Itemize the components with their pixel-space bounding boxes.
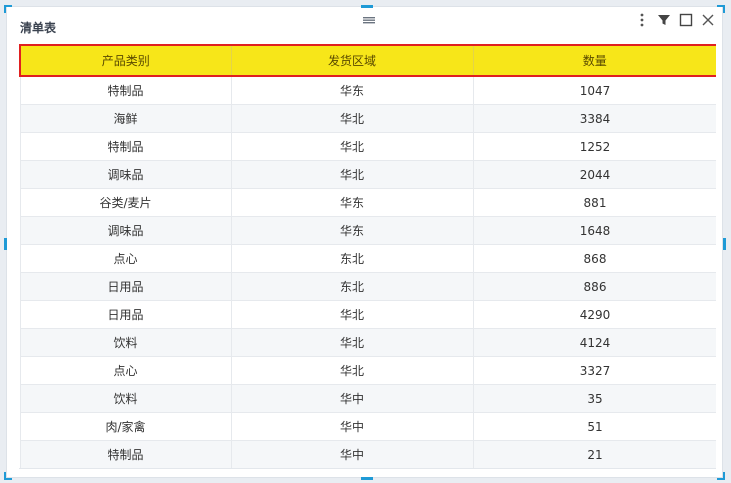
cell-region: 华北 <box>231 104 474 133</box>
close-icon[interactable] <box>700 12 716 28</box>
cell-category: 肉/家禽 <box>19 412 232 441</box>
maximize-icon[interactable] <box>678 12 694 28</box>
cell-quantity: 4290 <box>473 300 716 329</box>
cell-category: 谷类/麦片 <box>19 188 232 217</box>
more-vertical-icon[interactable] <box>634 12 650 28</box>
cell-category: 日用品 <box>19 272 232 301</box>
cell-quantity: 881 <box>473 188 716 217</box>
table-row[interactable]: 饮料 华北 4124 <box>19 328 716 357</box>
list-table-widget: 清单表 产品类别 发货区域 数量 特制品 华东 1047 海鲜 华北 3384 特制品 华北 1… <box>6 6 723 478</box>
table-row[interactable]: 肉/家禽 华中 51 <box>19 412 716 441</box>
cell-quantity: 1648 <box>473 216 716 245</box>
cell-region: 华东 <box>231 76 474 105</box>
resize-handle-bottom-left-v[interactable] <box>4 472 6 480</box>
table-row[interactable]: 日用品 东北 886 <box>19 272 716 301</box>
table-row[interactable]: 调味品 华北 2044 <box>19 160 716 189</box>
cell-category: 特制品 <box>19 76 232 105</box>
table-row[interactable]: 调味品 华东 1648 <box>19 216 716 245</box>
resize-handle-top[interactable] <box>361 5 373 8</box>
resize-handle-left[interactable] <box>4 238 7 250</box>
column-header-quantity[interactable]: 数量 <box>473 44 716 77</box>
cell-region: 华中 <box>231 384 474 413</box>
table-header-row: 产品类别 发货区域 数量 <box>19 44 716 77</box>
cell-region: 华东 <box>231 188 474 217</box>
cell-category: 日用品 <box>19 300 232 329</box>
cell-region: 华北 <box>231 356 474 385</box>
cell-quantity: 868 <box>473 244 716 273</box>
cell-quantity: 886 <box>473 272 716 301</box>
cell-category: 点心 <box>19 356 232 385</box>
cell-category: 点心 <box>19 244 232 273</box>
table-row[interactable]: 特制品 华北 1252 <box>19 132 716 161</box>
cell-quantity: 4124 <box>473 328 716 357</box>
resize-handle-bottom-right-v[interactable] <box>723 472 725 480</box>
table-row[interactable]: 特制品 华东 1047 <box>19 76 716 105</box>
cell-region: 华北 <box>231 328 474 357</box>
cell-region: 华北 <box>231 160 474 189</box>
cell-quantity: 1252 <box>473 132 716 161</box>
resize-handle-bottom[interactable] <box>361 477 373 480</box>
cell-category: 饮料 <box>19 328 232 357</box>
cell-category: 海鲜 <box>19 104 232 133</box>
resize-handle-top-left-v[interactable] <box>4 5 6 13</box>
filter-icon[interactable] <box>656 12 672 28</box>
cell-region: 东北 <box>231 244 474 273</box>
resize-handle-top-right-v[interactable] <box>723 5 725 13</box>
table-row[interactable]: 点心 东北 868 <box>19 244 716 273</box>
table-row[interactable]: 点心 华北 3327 <box>19 356 716 385</box>
cell-category: 调味品 <box>19 160 232 189</box>
table-row[interactable]: 谷类/麦片 华东 881 <box>19 188 716 217</box>
cell-quantity: 1047 <box>473 76 716 105</box>
column-header-region[interactable]: 发货区域 <box>231 44 474 77</box>
table-row[interactable]: 饮料 华中 35 <box>19 384 716 413</box>
resize-handle-right[interactable] <box>723 238 726 250</box>
cell-region: 东北 <box>231 272 474 301</box>
column-header-category[interactable]: 产品类别 <box>19 44 232 77</box>
cell-quantity: 3384 <box>473 104 716 133</box>
widget-title: 清单表 <box>20 21 57 35</box>
widget-toolbar <box>634 12 716 28</box>
cell-region: 华北 <box>231 132 474 161</box>
data-table: 产品类别 发货区域 数量 特制品 华东 1047 海鲜 华北 3384 特制品 华北 1252 调… <box>19 44 716 468</box>
cell-quantity: 2044 <box>473 160 716 189</box>
drag-handle-icon[interactable] <box>362 9 376 24</box>
table-row[interactable]: 海鲜 华北 3384 <box>19 104 716 133</box>
cell-region: 华中 <box>231 412 474 441</box>
cell-category: 特制品 <box>19 132 232 161</box>
cell-quantity: 35 <box>473 384 716 413</box>
cell-category: 特制品 <box>19 440 232 468</box>
table-row[interactable]: 日用品 华北 4290 <box>19 300 716 329</box>
table-row[interactable]: 特制品 华中 21 <box>19 440 716 468</box>
cell-quantity: 3327 <box>473 356 716 385</box>
cell-category: 饮料 <box>19 384 232 413</box>
cell-quantity: 51 <box>473 412 716 441</box>
cell-quantity: 21 <box>473 440 716 468</box>
cell-region: 华北 <box>231 300 474 329</box>
data-table-container[interactable]: 产品类别 发货区域 数量 特制品 华东 1047 海鲜 华北 3384 特制品 华北 1252 调… <box>19 44 716 469</box>
cell-region: 华东 <box>231 216 474 245</box>
cell-region: 华中 <box>231 440 474 468</box>
cell-category: 调味品 <box>19 216 232 245</box>
